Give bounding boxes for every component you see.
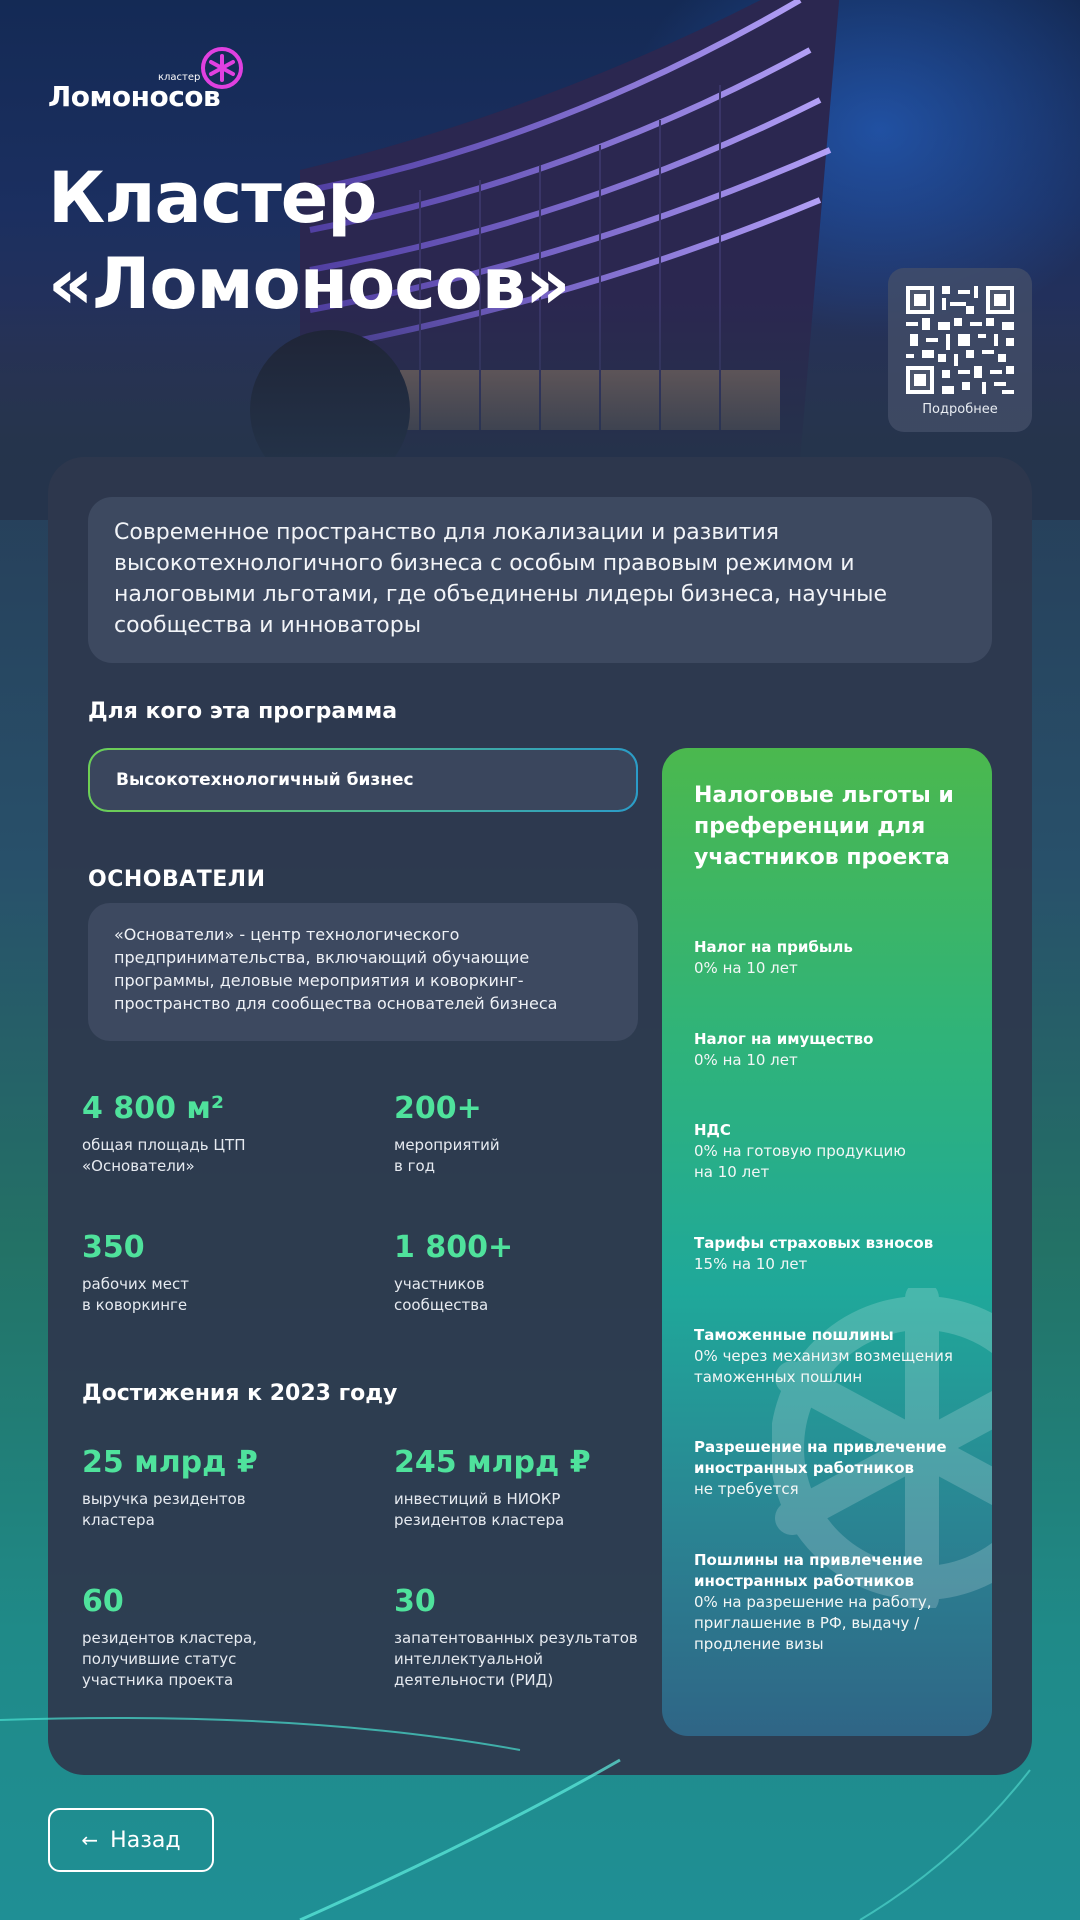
- benefit-item: Налог на имущество 0% на 10 лет: [694, 1029, 974, 1071]
- stat-value: 4 800 м²: [82, 1091, 225, 1126]
- stat-community: 1 800+ участников сообщества: [394, 1228, 654, 1316]
- benefit-heading: Налог на имущество: [694, 1030, 874, 1048]
- logo-text: Ломоносов: [48, 80, 221, 113]
- star-logo-icon: [201, 47, 243, 89]
- stat-workplaces: 350 рабочих мест в коворкинге: [82, 1228, 342, 1316]
- founders-heading: ОСНОВАТЕЛИ: [88, 867, 266, 892]
- achievement-investment: 245 млрд ₽ инвестиций в НИОКР резидентов …: [394, 1443, 654, 1531]
- benefit-item: Налог на прибыль 0% на 10 лет: [694, 937, 974, 979]
- stat-events: 200+ мероприятий в год: [394, 1089, 654, 1177]
- benefit-text: 0% на готовую продукцию на 10 лет: [694, 1142, 906, 1181]
- achievements-heading: Достижения к 2023 году: [82, 1381, 398, 1406]
- main-panel: Современное пространство для локализации…: [48, 457, 1032, 1775]
- achievement-label: выручка резидентов кластера: [82, 1490, 246, 1529]
- benefit-heading: Таможенные пошлины: [694, 1326, 894, 1344]
- stat-label: общая площадь ЦТП «Основатели»: [82, 1136, 246, 1175]
- achievement-value: 245 млрд ₽: [394, 1445, 591, 1480]
- stat-value: 1 800+: [394, 1230, 514, 1265]
- benefit-text: 15% на 10 лет: [694, 1255, 808, 1273]
- benefit-heading: Тарифы страховых взносов: [694, 1234, 934, 1252]
- qr-code-icon: [906, 286, 1014, 394]
- stat-label: мероприятий в год: [394, 1136, 500, 1175]
- benefit-heading: Налог на прибыль: [694, 938, 853, 956]
- audience-pill[interactable]: Высокотехнологичный бизнес: [88, 748, 638, 812]
- benefit-text: 0% на 10 лет: [694, 959, 798, 977]
- decorative-arc: [0, 1717, 1031, 1920]
- back-button[interactable]: ← Назад: [48, 1808, 214, 1872]
- benefits-title: Налоговые льготы и преференции для участ…: [694, 783, 954, 870]
- benefit-heading: НДС: [694, 1121, 731, 1139]
- benefit-text: 0% на 10 лет: [694, 1051, 798, 1069]
- founders-description: «Основатели» - центр технологического пр…: [88, 903, 638, 1041]
- stat-label: рабочих мест в коворкинге: [82, 1275, 189, 1314]
- stat-area: 4 800 м² общая площадь ЦТП «Основатели»: [82, 1089, 342, 1177]
- benefit-item: Тарифы страховых взносов 15% на 10 лет: [694, 1233, 974, 1275]
- cluster-logo[interactable]: кластер Ломоносов: [48, 46, 258, 113]
- benefit-text: 0% через механизм возмещения таможенных …: [694, 1347, 953, 1386]
- title-line-1: Кластер: [48, 157, 377, 239]
- benefit-heading: Пошлины на привлечение иностранных работ…: [694, 1551, 923, 1590]
- benefit-item: Таможенные пошлины 0% через механизм воз…: [694, 1325, 974, 1388]
- for-whom-heading: Для кого эта программа: [88, 699, 398, 724]
- benefit-heading: Разрешение на привлечение иностранных ра…: [694, 1438, 947, 1477]
- achievement-value: 25 млрд ₽: [82, 1445, 258, 1480]
- benefit-text: не требуется: [694, 1480, 799, 1498]
- benefit-item: НДС 0% на готовую продукцию на 10 лет: [694, 1120, 924, 1183]
- benefit-item: Разрешение на привлечение иностранных ра…: [694, 1437, 974, 1500]
- achievement-label: инвестиций в НИОКР резидентов кластера: [394, 1490, 565, 1529]
- back-button-label: Назад: [110, 1827, 181, 1853]
- qr-label: Подробнее: [922, 402, 998, 417]
- stat-value: 200+: [394, 1091, 482, 1126]
- achievement-revenue: 25 млрд ₽ выручка резидентов кластера: [82, 1443, 342, 1531]
- qr-more-info[interactable]: Подробнее: [888, 268, 1032, 432]
- title-line-2: «Ломоносов»: [48, 243, 570, 325]
- stat-label: участников сообщества: [394, 1275, 489, 1314]
- arrow-left-icon: ←: [81, 1828, 99, 1852]
- benefits-card: Налоговые льготы и преференции для участ…: [662, 748, 992, 1736]
- stat-value: 350: [82, 1230, 145, 1265]
- page-title: Кластер «Ломоносов»: [48, 155, 570, 327]
- intro-text: Современное пространство для локализации…: [88, 497, 992, 663]
